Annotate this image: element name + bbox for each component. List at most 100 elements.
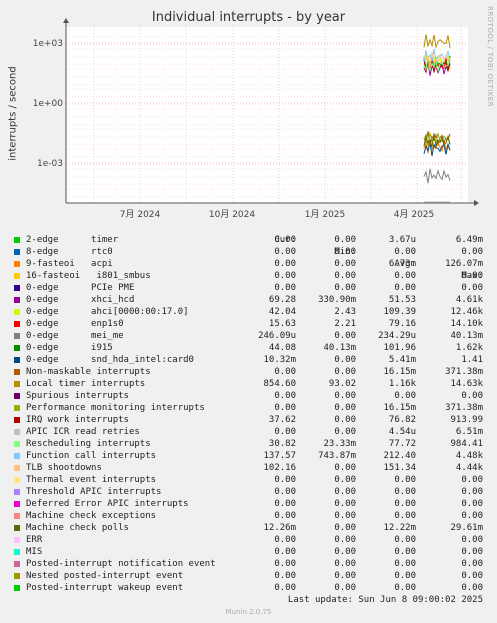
value-avg: 0.00 xyxy=(394,247,416,257)
value-avg: 12.22m xyxy=(383,523,416,533)
legend-row: Nested posted-interrupt event 0.00 0.00 0.0… xyxy=(0,570,497,582)
legend-row: Posted-interrupt notification event 0.00 0… xyxy=(0,558,497,570)
x-tick-label: 10月 2024 xyxy=(209,209,255,220)
legend-label: 0-edge i915 xyxy=(26,343,113,353)
value-max: 0.00 xyxy=(461,391,483,401)
legend-row: ERR 0.00 0.00 0.00 0.00 xyxy=(0,534,497,546)
value-avg: 0.00 xyxy=(394,283,416,293)
legend-swatch xyxy=(14,261,20,267)
value-avg: 0.00 xyxy=(394,475,416,485)
legend-label: IRQ work interrupts xyxy=(26,415,129,425)
legend-label: TLB shootdowns xyxy=(26,463,102,473)
value-max: 0.00 xyxy=(461,499,483,509)
legend-swatch xyxy=(14,333,20,339)
value-avg: 0.00 xyxy=(394,535,416,545)
legend-label: ERR xyxy=(26,535,43,545)
legend-label: 8-edge rtc0 xyxy=(26,247,113,257)
legend-table: Cur: Min: Avg: Max: 2-edge timer 0.00 0.00… xyxy=(0,222,497,594)
value-avg: 0.00 xyxy=(394,499,416,509)
value-max: 0.00 xyxy=(461,571,483,581)
legend-swatch xyxy=(14,417,20,423)
value-max: 14.63k xyxy=(450,379,483,389)
legend-label: Nested posted-interrupt event xyxy=(26,571,184,581)
legend-label: 16-fasteoi i801_smbus xyxy=(26,271,151,281)
legend-header: Cur: Min: Avg: Max: xyxy=(0,222,497,281)
legend-label: APIC ICR read retries xyxy=(26,427,140,437)
value-avg: 0.00 xyxy=(394,391,416,401)
legend-row: 0-edge ahci[0000:00:17.0] 42.04 2.43 109.39… xyxy=(0,306,497,318)
value-avg: 77.72 xyxy=(388,439,416,449)
legend-row: 0-edge enp1s0 15.63 2.21 79.16 14.10k xyxy=(0,318,497,330)
value-max: 40.13m xyxy=(450,331,483,341)
x-tick-label: 7月 2024 xyxy=(120,209,161,220)
x-tick-label: 4月 2025 xyxy=(394,209,435,220)
legend-row: 0-edge mei_me 246.09u 0.00 234.29u 40.13m xyxy=(0,330,497,342)
value-max: 0.00 xyxy=(461,535,483,545)
legend-swatch xyxy=(14,429,20,435)
legend-row: 9-fasteoi acpi 0.00 0.00 6.73m 126.07m xyxy=(0,258,497,270)
legend-row: 2-edge timer 0.00 0.00 3.67u 6.49m xyxy=(0,234,497,246)
value-max: 4.61k xyxy=(455,295,483,305)
value-avg: 5.41m xyxy=(388,355,416,365)
value-avg: 6.73m xyxy=(388,259,416,269)
value-max: 6.51m xyxy=(455,427,483,437)
legend-swatch xyxy=(14,501,20,507)
legend-swatch xyxy=(14,573,20,579)
y-axis-arrow xyxy=(63,18,69,23)
value-max: 4.44k xyxy=(455,463,483,473)
legend-label: Non-maskable interrupts xyxy=(26,367,151,377)
plot-area xyxy=(66,27,468,203)
legend-swatch xyxy=(14,237,20,243)
munin-footer: Munin 2.0.75 xyxy=(225,608,272,616)
legend-swatch xyxy=(14,537,20,543)
legend-swatch xyxy=(14,441,20,447)
legend-swatch xyxy=(14,369,20,375)
value-avg: 0.00 xyxy=(394,511,416,521)
value-max: 0.00 xyxy=(461,283,483,293)
y-tick-label: 1e+03 xyxy=(33,39,63,49)
legend-label: Local timer interrupts xyxy=(26,379,146,389)
value-max: 1.41 xyxy=(461,355,483,365)
value-avg: 0.00 xyxy=(394,571,416,581)
value-max: 14.10k xyxy=(450,319,483,329)
value-max: 6.49m xyxy=(455,235,483,245)
legend-label: 0-edge snd_hda_intel:card0 xyxy=(26,355,194,365)
value-max: 371.38m xyxy=(445,403,483,413)
legend-label: 0-edge ahci[0000:00:17.0] xyxy=(26,307,189,317)
value-max: 126.07m xyxy=(445,259,483,269)
legend-row: TLB shootdowns 102.16 0.00 151.34 4.44k xyxy=(0,462,497,474)
legend-swatch xyxy=(14,561,20,567)
value-avg: 212.40 xyxy=(383,451,416,461)
value-max: 29.61m xyxy=(450,523,483,533)
value-avg: 101.96 xyxy=(383,343,416,353)
legend-row: Deferred Error APIC interrupts 0.00 0.00 0.… xyxy=(0,498,497,510)
legend-row: Spurious interrupts 0.00 0.00 0.00 0.00 xyxy=(0,390,497,402)
value-avg: 4.54u xyxy=(388,427,416,437)
legend-row: Thermal event interrupts 0.00 0.00 0.00 0.00 xyxy=(0,474,497,486)
value-max: 0.00 xyxy=(461,475,483,485)
legend-label: Performance monitoring interrupts xyxy=(26,403,205,413)
legend-swatch xyxy=(14,321,20,327)
legend-label: Deferred Error APIC interrupts xyxy=(26,499,189,509)
legend-row: Machine check exceptions 0.00 0.00 0.00 0.00 xyxy=(0,510,497,522)
legend-swatch xyxy=(14,297,20,303)
value-max: 0.00 xyxy=(461,559,483,569)
legend-swatch xyxy=(14,405,20,411)
legend-row: Rescheduling interrupts 30.82 23.33m 77.72 9… xyxy=(0,438,497,450)
legend-rows: 2-edge timer 0.00 0.00 3.67u 6.49m 8-edge rtc… xyxy=(0,234,497,594)
legend-label: Machine check polls xyxy=(26,523,129,533)
legend-swatch xyxy=(14,513,20,519)
legend-row: 0-edge i915 44.08 40.13m 101.96 1.62k xyxy=(0,342,497,354)
x-tick-label: 1月 2025 xyxy=(305,209,346,220)
legend-swatch xyxy=(14,357,20,363)
legend-row: Posted-interrupt wakeup event 0.00 0.00 0.0… xyxy=(0,582,497,594)
legend-swatch xyxy=(14,285,20,291)
legend-label: 0-edge mei_me xyxy=(26,331,124,341)
legend-row: Non-maskable interrupts 0.00 0.00 16.15m 371… xyxy=(0,366,497,378)
legend-label: Posted-interrupt wakeup event xyxy=(26,583,184,593)
y-tick-label: 1e-03 xyxy=(37,159,63,169)
legend-label: Machine check exceptions xyxy=(26,511,157,521)
legend-swatch xyxy=(14,309,20,315)
value-max: 0.00 xyxy=(461,511,483,521)
legend-row: Performance monitoring interrupts 0.00 0.0… xyxy=(0,402,497,414)
